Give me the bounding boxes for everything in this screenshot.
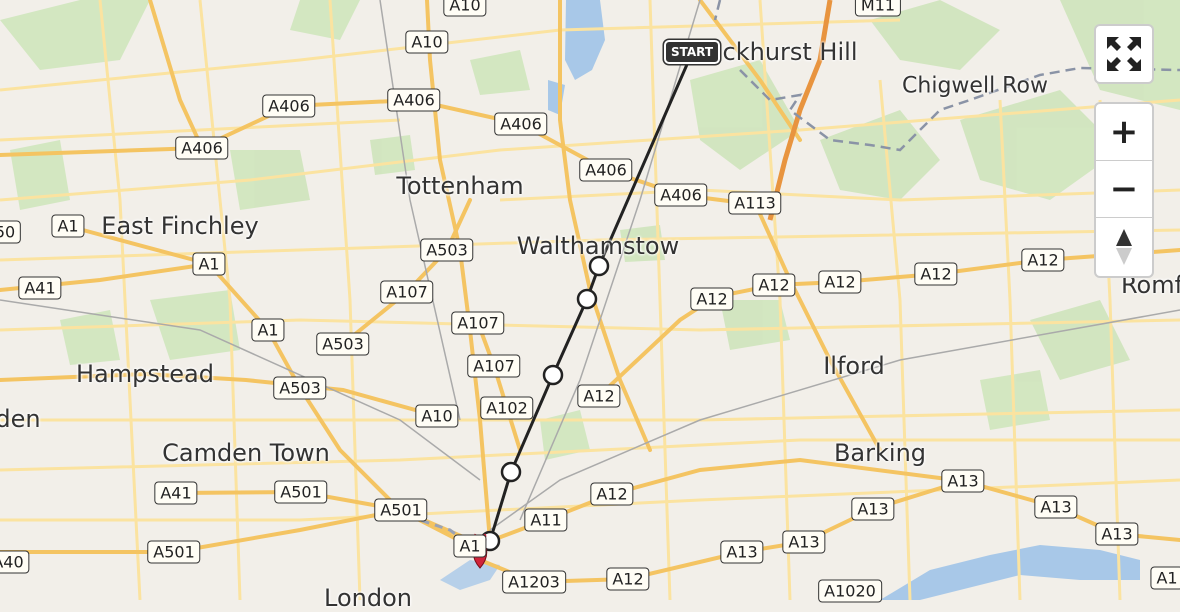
road-shield: A12 (690, 287, 734, 311)
road-shield: A12 (818, 270, 862, 294)
road-shield: A107 (467, 354, 521, 378)
place-label: Chigwell Row (902, 73, 1048, 99)
place-label: Camden Town (162, 439, 330, 467)
road-shield: A1203 (502, 570, 566, 594)
road-shield: 50 (0, 220, 22, 244)
place-label: Barking (833, 439, 927, 467)
place-label: Walthamstow (516, 232, 680, 260)
road-shield: A12 (1021, 248, 1065, 272)
zoom-in-label: + (1109, 112, 1139, 152)
road-shield: A1 (51, 214, 85, 238)
fullscreen-button[interactable] (1094, 24, 1154, 84)
route-start-label: START (670, 45, 714, 59)
road-shield: A12 (914, 262, 958, 286)
road-shield: A501 (374, 498, 428, 522)
road-shield: A1020 (818, 579, 882, 603)
route-start-marker[interactable]: START (664, 40, 720, 64)
route-waypoint[interactable] (500, 461, 522, 483)
place-label: Ilford (823, 352, 885, 380)
road-shield: A12 (577, 384, 621, 408)
place-label: Hampstead (76, 360, 214, 388)
road-shield: A13 (1034, 495, 1078, 519)
road-shield: A10 (405, 30, 449, 54)
zoom-out-label: − (1109, 169, 1139, 209)
road-shield: A406 (387, 88, 441, 112)
road-shield: A13 (720, 540, 764, 564)
road-shield: A1 (1150, 566, 1180, 590)
road-shield: A107 (380, 280, 434, 304)
route-waypoint[interactable] (576, 288, 598, 310)
road-shield: A501 (147, 540, 201, 564)
road-shield: A12 (606, 567, 650, 591)
place-label: East Finchley (101, 212, 259, 240)
road-shield: A406 (175, 136, 229, 160)
road-shield: A406 (494, 112, 548, 136)
compass-icon (1116, 229, 1132, 265)
fullscreen-icon (1107, 37, 1141, 71)
road-shield: A503 (273, 376, 327, 400)
road-shield: A406 (654, 183, 708, 207)
road-shield: A13 (941, 469, 985, 493)
place-label: Tottenham (396, 172, 524, 200)
road-shield: A1 (192, 252, 226, 276)
road-shield: A107 (451, 311, 505, 335)
road-shield: A12 (752, 273, 796, 297)
road-shield: A10 (443, 0, 487, 17)
road-shield: A13 (782, 530, 826, 554)
road-shield: A41 (154, 481, 198, 505)
zoom-controls: + − (1094, 102, 1154, 278)
road-shield: A501 (274, 480, 328, 504)
zoom-in-button[interactable]: + (1096, 104, 1152, 160)
road-shield: A11 (524, 508, 568, 532)
road-shield: A406 (262, 94, 316, 118)
road-shield: M11 (854, 0, 902, 17)
road-shield: A10 (415, 404, 459, 428)
route-waypoint[interactable] (542, 364, 564, 386)
road-shield: A503 (420, 238, 474, 262)
place-label: den (0, 405, 41, 433)
compass-button[interactable] (1096, 218, 1152, 276)
place-label: London (324, 584, 412, 612)
road-shield: A1 (251, 318, 285, 342)
place-label: ckhurst Hill (722, 38, 858, 66)
road-shield: A12 (590, 482, 634, 506)
zoom-out-button[interactable]: − (1096, 161, 1152, 217)
road-shield: A13 (1095, 522, 1139, 546)
road-shield: A113 (728, 191, 782, 215)
road-shield: A1 (453, 534, 487, 558)
road-shield: A102 (480, 396, 534, 420)
road-shield: A406 (579, 158, 633, 182)
road-shield: A40 (0, 550, 30, 574)
road-shield: A41 (18, 276, 62, 300)
road-shield: A503 (316, 332, 370, 356)
road-shield: A13 (851, 497, 895, 521)
